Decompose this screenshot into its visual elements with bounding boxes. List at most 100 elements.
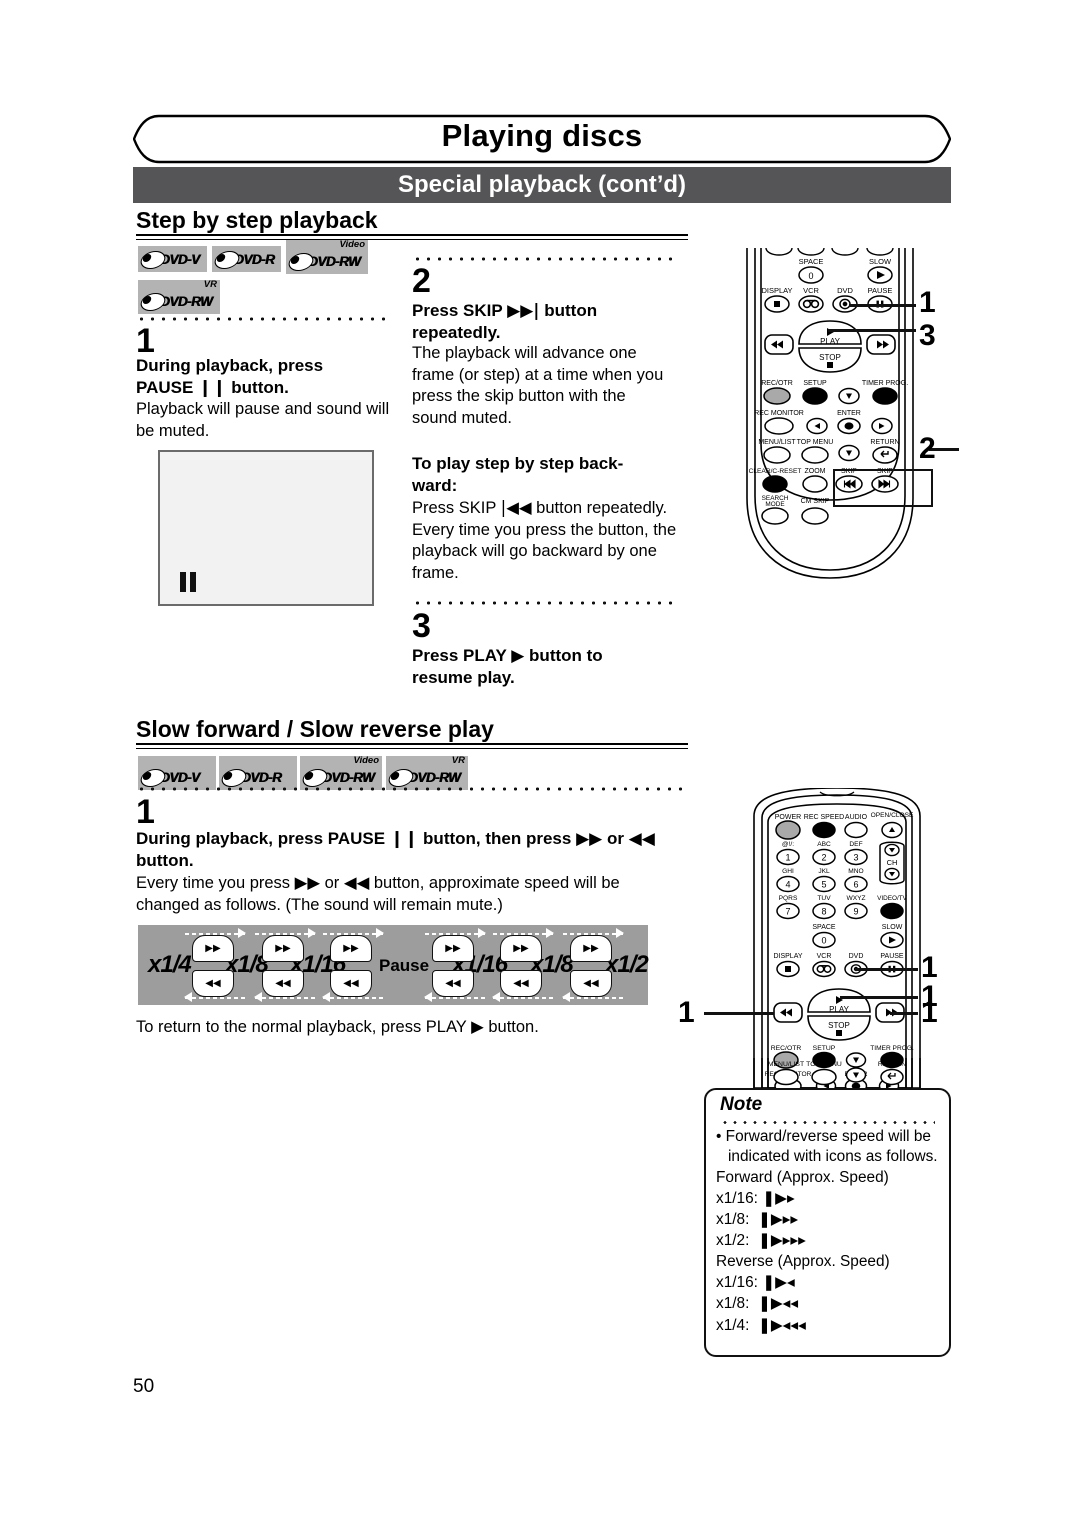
svg-text:DEF: DEF — [849, 841, 862, 848]
rewind-button[interactable]: ◀◀ — [570, 970, 612, 997]
svg-text:VCR: VCR — [817, 953, 832, 960]
disc-icon — [141, 293, 163, 309]
speed-icon-reverse-2: ❚▶◂◂ — [757, 1294, 799, 1313]
callout-leader-line — [840, 996, 918, 999]
step-1-instruction: During playback, press PAUSE ❙❙ button. — [136, 356, 324, 398]
svg-text:VCR: VCR — [803, 286, 819, 295]
svg-text:STOP: STOP — [828, 1021, 850, 1030]
disc-icon — [215, 251, 237, 267]
speed-icon-reverse-3: ❚▶◂◂◂ — [757, 1315, 806, 1334]
speed-button-pair-2: ▶▶ ◀◀ — [262, 935, 304, 997]
disc-badge-sup: Video — [339, 240, 365, 250]
svg-text:GHI: GHI — [782, 868, 794, 875]
heading-rule-1 — [136, 234, 688, 240]
pause-icon — [180, 572, 196, 592]
svg-text:7: 7 — [785, 907, 790, 917]
speed-label: x1/8: — [716, 1211, 750, 1229]
svg-text:TIMER PROG.: TIMER PROG. — [870, 1045, 914, 1052]
remote-control-top-illustration: SPACE SLOW 0 DISPLAY VCR DVD PAUSE PLAY … — [746, 248, 914, 579]
svg-text:6: 6 — [853, 880, 858, 890]
disc-badge-dvd-rw-vr-2: DVD-RW VR — [386, 756, 468, 790]
svg-text:REC/OTR: REC/OTR — [771, 1045, 802, 1052]
rewind-button[interactable]: ◀◀ — [192, 970, 234, 997]
fast-forward-button[interactable]: ▶▶ — [500, 935, 542, 962]
note-forward-row-1: x1/16: ❚▶▸ — [716, 1188, 944, 1209]
rewind-button[interactable]: ◀◀ — [432, 970, 474, 997]
speed-label-x1-4-rev: x1/4 — [148, 951, 192, 978]
svg-text:PLAY: PLAY — [829, 1005, 850, 1014]
svg-text:SPACE: SPACE — [799, 257, 824, 266]
callout-leader-line — [849, 304, 916, 307]
page-title: Playing discs — [441, 118, 643, 153]
speed-button-pair-3: ▶▶ ◀◀ — [330, 935, 372, 997]
svg-text:PAUSE: PAUSE — [880, 953, 904, 960]
flow-arrow-forward — [185, 928, 246, 938]
speed-button-pair-5: ▶▶ ◀◀ — [500, 935, 542, 997]
disc-badge-sup: Video — [353, 756, 379, 766]
svg-text:TOP MENU: TOP MENU — [797, 439, 834, 446]
svg-text:5: 5 — [821, 880, 826, 890]
svg-text:AUDIO: AUDIO — [845, 814, 868, 821]
rewind-button[interactable]: ◀◀ — [262, 970, 304, 997]
svg-text:MENU/LIST: MENU/LIST — [758, 439, 796, 446]
fast-forward-button[interactable]: ▶▶ — [192, 935, 234, 962]
svg-text:TOP MENU: TOP MENU — [806, 1061, 842, 1068]
callout-bottom-ff: 1 — [921, 996, 938, 1029]
flow-arrow-forward — [563, 928, 624, 938]
heading-slow-play: Slow forward / Slow reverse play — [136, 716, 494, 742]
note-title: Note — [720, 1094, 763, 1115]
manual-page: Playing discs Special playback (cont’d) … — [0, 0, 1080, 1528]
svg-text:STOP: STOP — [819, 353, 841, 362]
disc-badge-dvd-v-2: DVD-V — [138, 756, 216, 790]
callout-bottom-rew: 1 — [678, 996, 695, 1029]
speed-label: x1/2: — [716, 1232, 750, 1250]
disc-badge-label: DVD-RW — [322, 769, 375, 785]
slow-step-1-body: Every time you press ▶▶ or ◀◀ button, ap… — [136, 873, 620, 914]
speed-label: x1/16: — [716, 1274, 758, 1292]
slow-footer-text: To return to the normal playback, press … — [136, 1017, 539, 1036]
disc-badge-dvd-rw-vr: DVD-RW VR — [138, 280, 220, 314]
flow-arrow-reverse — [424, 992, 485, 1002]
page-number: 50 — [133, 1376, 155, 1397]
disc-badge-dvd-rw-video-2: DVD-RW Video — [300, 756, 382, 790]
rewind-button[interactable]: ◀◀ — [500, 970, 542, 997]
callout-top-3: 3 — [919, 319, 936, 352]
note-forward-title: Forward (Approx. Speed) — [716, 1168, 889, 1186]
step-number-3: 3 — [412, 607, 431, 645]
svg-text:0: 0 — [821, 936, 826, 946]
heading-rule-2 — [136, 743, 688, 749]
svg-text:PQRS: PQRS — [779, 895, 798, 902]
note-forward-row-3: x1/2: ❚▶▸▸▸ — [716, 1230, 944, 1251]
disc-badge-label: DVD-R — [241, 769, 282, 785]
speed-button-pair-6: ▶▶ ◀◀ — [570, 935, 612, 997]
svg-text:DISPLAY: DISPLAY — [773, 953, 802, 960]
callout-top-2: 2 — [919, 432, 936, 465]
svg-text:2: 2 — [821, 853, 826, 863]
flow-arrow-forward — [425, 928, 486, 938]
fast-forward-button[interactable]: ▶▶ — [330, 935, 372, 962]
svg-text:ABC: ABC — [817, 841, 831, 848]
note-reverse-title: Reverse (Approx. Speed) — [716, 1252, 890, 1270]
note-body: • Forward/reverse speed will be indicate… — [716, 1127, 944, 1336]
svg-text:MODE: MODE — [765, 501, 784, 508]
disc-icon — [289, 253, 311, 269]
rewind-button[interactable]: ◀◀ — [330, 970, 372, 997]
svg-text:SETUP: SETUP — [813, 1045, 836, 1052]
note-divider-dots — [720, 1120, 935, 1125]
fast-forward-button[interactable]: ▶▶ — [432, 935, 474, 962]
speed-label-pause: Pause — [379, 956, 430, 975]
disc-badge-label: DVD-RW — [408, 769, 461, 785]
speed-label: x1/4: — [716, 1316, 750, 1334]
svg-text:@!/:: @!/: — [782, 841, 794, 848]
disc-icon — [389, 769, 411, 785]
svg-text:ENTER: ENTER — [837, 410, 861, 417]
tv-screen-illustration — [158, 450, 374, 606]
fast-forward-button[interactable]: ▶▶ — [262, 935, 304, 962]
note-bullet: • Forward/reverse speed will be indicate… — [716, 1128, 938, 1166]
step-divider-dots — [412, 256, 676, 262]
disc-badge-dvd-r-2: DVD-R — [219, 756, 297, 790]
svg-text:RETURN: RETURN — [870, 439, 899, 446]
step-number-2: 2 — [412, 262, 431, 300]
note-reverse-row-2: x1/8: ❚▶◂◂ — [716, 1293, 944, 1314]
fast-forward-button[interactable]: ▶▶ — [570, 935, 612, 962]
